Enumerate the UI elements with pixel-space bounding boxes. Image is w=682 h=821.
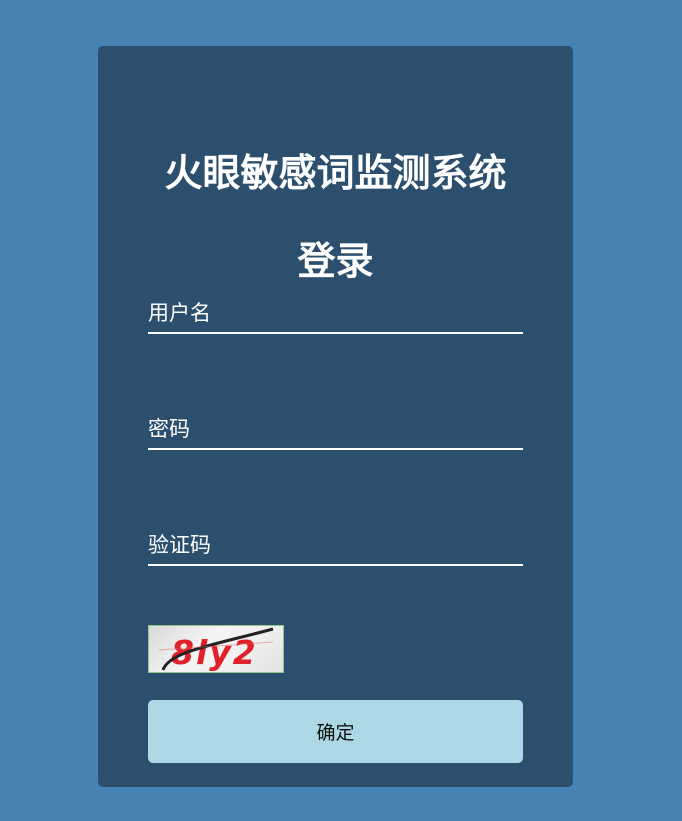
captcha-field[interactable] — [148, 526, 523, 566]
username-field[interactable] — [148, 294, 523, 334]
submit-button[interactable]: 确定 — [148, 700, 523, 763]
login-card: 火眼敏感词监测系统 登录 8ly2 确定 — [98, 46, 573, 787]
app-title: 火眼敏感词监测系统 — [164, 151, 507, 195]
password-field[interactable] — [148, 410, 523, 450]
login-heading: 登录 — [297, 239, 374, 283]
captcha-image[interactable]: 8ly2 — [148, 625, 284, 673]
